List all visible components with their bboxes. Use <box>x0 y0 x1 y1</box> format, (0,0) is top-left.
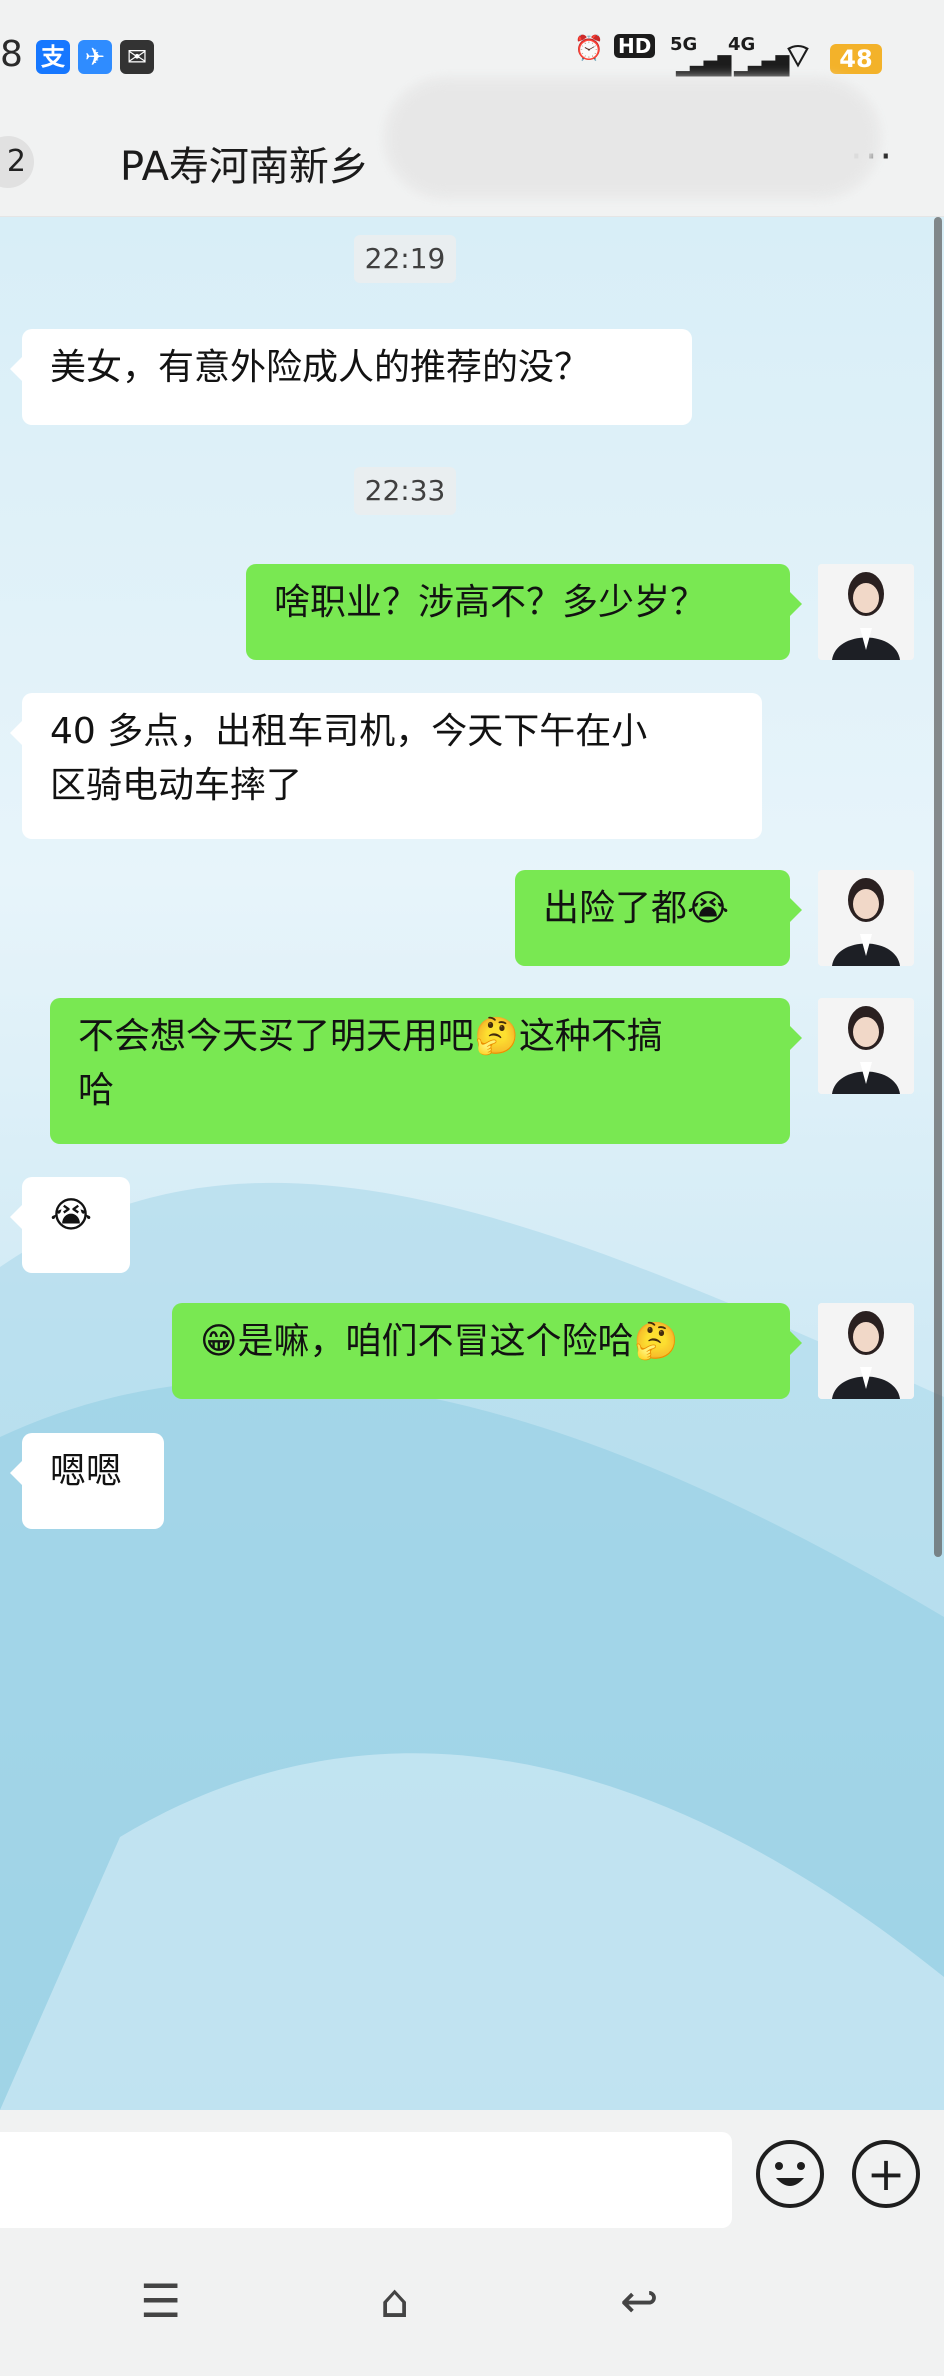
message-text-line: 哈 <box>78 1070 115 1111</box>
menu-icon[interactable]: ☰ <box>140 2274 181 2328</box>
message-text-line: 不会想今天买了明天用吧🤔这种不搞 <box>78 1010 762 1064</box>
system-nav-bar: ☰ ⌂ ↩ <box>0 2236 944 2376</box>
privacy-blur <box>385 78 880 198</box>
wifi-icon: ⌔ <box>782 36 814 76</box>
message-incoming[interactable]: 嗯嗯 <box>10 1433 164 1529</box>
message-incoming[interactable]: 40 多点，出租车司机，今天下午在小 区骑电动车摔了 <box>10 693 762 839</box>
signal-5g: 5G <box>670 34 698 55</box>
emoji-face-icon <box>775 2162 805 2186</box>
message-text-line: 区骑电动车摔了 <box>50 765 303 806</box>
message-outgoing[interactable]: 啥职业？涉高不？多少岁？ <box>246 564 802 660</box>
emoji-button[interactable] <box>756 2140 824 2208</box>
thinking-emoji: 🤔 <box>474 1016 519 1057</box>
background-wave <box>0 1182 944 2110</box>
avatar-portrait <box>818 564 914 660</box>
avatar[interactable] <box>818 564 914 660</box>
back-unread-badge[interactable]: 2 <box>0 136 34 188</box>
avatar-portrait <box>818 998 914 1094</box>
timestamp: 22:19 <box>354 235 456 283</box>
bird-icon: ✈ <box>78 40 112 74</box>
status-time: 8 <box>0 34 23 75</box>
plus-button[interactable]: + <box>852 2140 920 2208</box>
home-icon[interactable]: ⌂ <box>380 2274 409 2328</box>
crying-laughing-emoji: 😭 <box>50 1195 93 1236</box>
grinning-emoji: 😁 <box>200 1321 238 1362</box>
message-text: 出险了都 <box>543 888 688 929</box>
input-bar: + <box>0 2110 944 2236</box>
chat-area[interactable]: 22:19 美女，有意外险成人的推荐的没？ 22:33 啥职业？涉高不？多少岁？… <box>0 217 944 2110</box>
signal-bars-1: ▂▄▆█ <box>676 56 732 77</box>
message-text-line: 40 多点，出租车司机，今天下午在小 <box>50 711 648 752</box>
message-icon: ✉ <box>120 40 154 74</box>
message-input[interactable] <box>0 2132 732 2228</box>
avatar-portrait <box>818 870 914 966</box>
avatar[interactable] <box>818 870 914 966</box>
message-incoming[interactable]: 😭 <box>10 1177 130 1273</box>
message-incoming[interactable]: 美女，有意外险成人的推荐的没？ <box>10 329 692 425</box>
back-icon[interactable]: ↩ <box>620 2274 659 2328</box>
message-text: 美女，有意外险成人的推荐的没？ <box>50 347 591 388</box>
message-outgoing[interactable]: 不会想今天买了明天用吧🤔这种不搞 哈 <box>50 998 802 1144</box>
battery-indicator: 48 <box>830 44 882 74</box>
avatar[interactable] <box>818 998 914 1094</box>
message-text: 啥职业？涉高不？多少岁？ <box>274 582 707 623</box>
avatar[interactable] <box>818 1303 914 1399</box>
hd-badge: HD <box>614 34 656 58</box>
alipay-icon: 支 <box>36 40 70 74</box>
message-text: 这种不搞 <box>518 1016 663 1057</box>
timestamp: 22:33 <box>354 467 456 515</box>
scrollbar[interactable] <box>934 217 942 1557</box>
message-outgoing[interactable]: 出险了都😭 <box>515 870 802 966</box>
alarm-icon: ⏰ <box>574 34 604 62</box>
crying-laughing-emoji: 😭 <box>687 888 730 929</box>
message-text: 嗯嗯 <box>50 1451 123 1492</box>
avatar-portrait <box>818 1303 914 1399</box>
thinking-emoji: 🤔 <box>633 1321 679 1362</box>
chat-title: PA寿河南新乡 <box>120 144 369 190</box>
message-text: 是嘛，咱们不冒这个险哈 <box>237 1321 634 1362</box>
message-text: 不会想今天买了明天用吧 <box>78 1016 475 1057</box>
signal-4g: 4G <box>728 34 756 55</box>
message-outgoing[interactable]: 😁是嘛，咱们不冒这个险哈🤔 <box>172 1303 802 1399</box>
